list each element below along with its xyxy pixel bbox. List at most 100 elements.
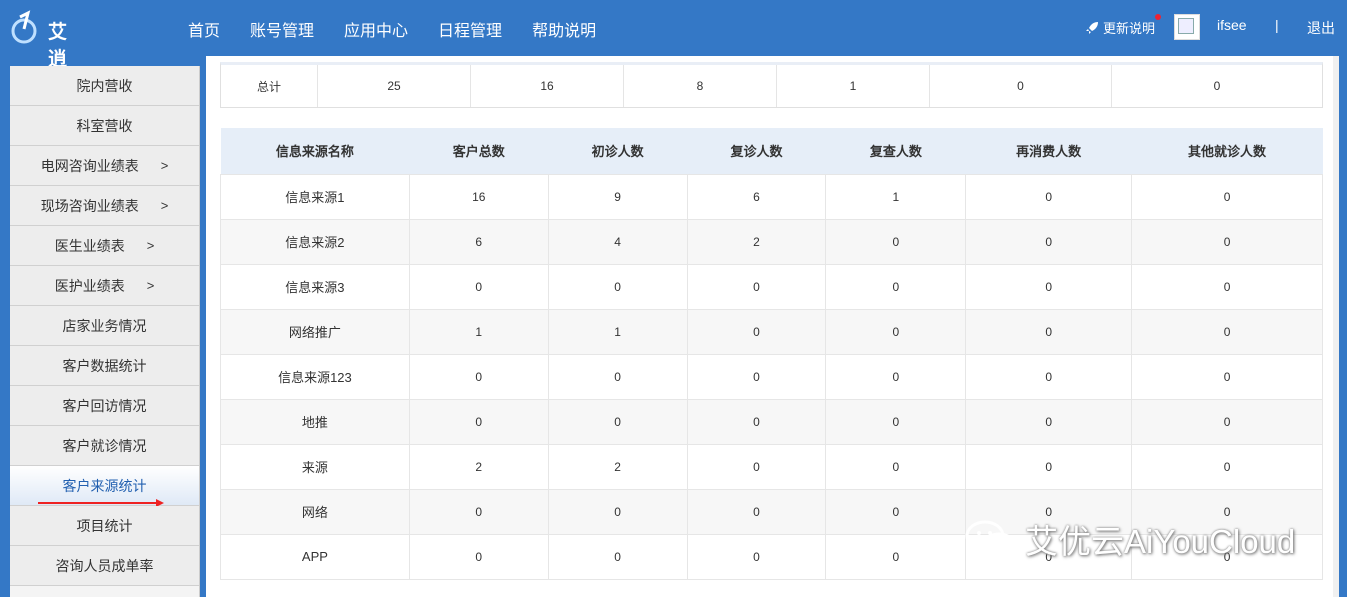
table-cell: 0 bbox=[825, 263, 967, 310]
table-cell: 地推 bbox=[220, 398, 410, 445]
table-cell: 16 bbox=[408, 173, 549, 220]
table-cell: 2 bbox=[686, 218, 827, 265]
logo-icon bbox=[11, 10, 37, 44]
update-notes-label: 更新说明 bbox=[1103, 21, 1156, 36]
sidebar-item-customer-followup[interactable]: 客户回访情况 bbox=[10, 386, 199, 426]
sidebar-item-customer-source[interactable]: 客户来源统计 bbox=[10, 466, 199, 507]
table-cell: 0 bbox=[825, 353, 967, 400]
sidebar-item-department-revenue[interactable]: 科室营收 bbox=[10, 106, 199, 146]
table-cell: 1 bbox=[547, 308, 688, 355]
logout-button[interactable]: 退出 bbox=[1307, 18, 1335, 38]
table-cell: 信息来源123 bbox=[220, 353, 410, 400]
totals-row: 总计 25 16 8 1 0 0 bbox=[220, 62, 1323, 108]
sidebar-item-onsite-consult[interactable]: 现场咨询业绩表 > bbox=[10, 186, 199, 226]
table-cell: 0 bbox=[965, 308, 1133, 355]
sidebar: 院内营收 科室营收 电网咨询业绩表 > 现场咨询业绩表 > 医生业绩表 > 医护业绩表… bbox=[10, 66, 200, 597]
avatar[interactable] bbox=[1174, 14, 1200, 40]
table-row: 信息来源3 0 0 0 0 0 0 bbox=[220, 263, 1323, 310]
table-cell: 来源 bbox=[220, 443, 410, 490]
sidebar-item-label: 院内营收 bbox=[76, 77, 133, 94]
totals-cell: 0 bbox=[1213, 79, 1221, 93]
watermark-text: 艾优云AiYouCloud bbox=[1025, 523, 1296, 560]
totals-cell: 25 bbox=[318, 65, 471, 107]
column-header: 其他就诊人数 bbox=[1131, 128, 1323, 174]
chevron-right-icon: > bbox=[146, 278, 155, 293]
table-cell: 2 bbox=[547, 443, 688, 490]
sidebar-item-customer-data[interactable]: 客户数据统计 bbox=[10, 346, 199, 386]
sidebar-item-label: 店家业务情况 bbox=[62, 317, 147, 334]
table-cell: 0 bbox=[547, 353, 688, 400]
column-header: 初诊人数 bbox=[548, 128, 688, 174]
table-cell: 0 bbox=[547, 533, 688, 580]
table-cell: 0 bbox=[686, 533, 827, 580]
sidebar-item-customer-visits[interactable]: 客户就诊情况 bbox=[10, 426, 199, 466]
sidebar-item-label: 电网咨询业绩表 bbox=[40, 157, 139, 174]
table-cell: 6 bbox=[686, 173, 827, 220]
table-cell: 0 bbox=[686, 398, 827, 445]
table-cell: 0 bbox=[1131, 443, 1323, 490]
sidebar-item-label: 客户数据统计 bbox=[62, 357, 147, 374]
table-cell: 0 bbox=[408, 353, 549, 400]
sidebar-item-label: 客户回访情况 bbox=[62, 397, 147, 414]
nav-account[interactable]: 账号管理 bbox=[250, 17, 314, 41]
table-cell: 0 bbox=[686, 488, 827, 535]
column-header: 复查人数 bbox=[825, 128, 966, 174]
sidebar-item-label: 咨询人员成单率 bbox=[55, 557, 154, 574]
table-cell: 0 bbox=[1131, 218, 1323, 265]
username[interactable]: ifsee bbox=[1217, 17, 1247, 33]
nav-home[interactable]: 首页 bbox=[188, 17, 220, 41]
table-cell: 0 bbox=[686, 308, 827, 355]
table-cell: 信息来源1 bbox=[220, 173, 410, 220]
table-row: 信息来源123 0 0 0 0 0 0 bbox=[220, 353, 1323, 400]
totals-cell: 1 bbox=[777, 65, 930, 107]
sidebar-item-label: 客户来源统计 bbox=[62, 477, 147, 494]
table-cell: 0 bbox=[1131, 353, 1323, 400]
chevron-right-icon: > bbox=[160, 158, 169, 173]
table-cell: 网络 bbox=[220, 488, 410, 535]
update-notes-link[interactable]: 更新说明 bbox=[1085, 14, 1162, 37]
table-cell: 0 bbox=[408, 398, 549, 445]
nav-help[interactable]: 帮助说明 bbox=[532, 17, 596, 41]
nav-schedule[interactable]: 日程管理 bbox=[438, 17, 502, 41]
app-logo[interactable]: 艾逍 bbox=[10, 9, 85, 70]
sidebar-item-label: 科室营收 bbox=[76, 117, 133, 134]
sidebar-item-label: 客户就诊情况 bbox=[62, 437, 147, 454]
chevron-right-icon: > bbox=[160, 198, 169, 213]
logo-text: 艾逍 bbox=[48, 22, 68, 70]
table-cell: 0 bbox=[825, 533, 967, 580]
table-cell: 0 bbox=[547, 488, 688, 535]
table-cell: 0 bbox=[408, 533, 549, 580]
table-row: 来源 2 2 0 0 0 0 bbox=[220, 443, 1323, 490]
nav-apps[interactable]: 应用中心 bbox=[344, 17, 408, 41]
sidebar-item-project-stats[interactable]: 项目统计 bbox=[10, 506, 199, 546]
column-header: 复诊人数 bbox=[687, 128, 826, 174]
column-header: 客户总数 bbox=[409, 128, 549, 174]
totals-cell: 8 bbox=[624, 65, 777, 107]
table-cell: 0 bbox=[825, 308, 967, 355]
sidebar-item-nurse-performance[interactable]: 医护业绩表 > bbox=[10, 266, 199, 306]
sidebar-item-label: 医生业绩表 bbox=[54, 237, 125, 254]
sidebar-item-store-business[interactable]: 店家业务情况 bbox=[10, 306, 199, 346]
table-cell: 0 bbox=[825, 218, 967, 265]
table-cell: 0 bbox=[825, 488, 967, 535]
watermark: 艾优云AiYouCloud bbox=[963, 517, 1295, 561]
sidebar-item-consultant-rate[interactable]: 咨询人员成单率 bbox=[10, 546, 199, 586]
table-cell: 0 bbox=[965, 398, 1133, 445]
main-nav: 首页 账号管理 应用中心 日程管理 帮助说明 bbox=[188, 17, 626, 41]
table-row: 地推 0 0 0 0 0 0 bbox=[220, 398, 1323, 445]
sidebar-item-doctor-performance[interactable]: 医生业绩表 > bbox=[10, 226, 199, 266]
table-cell: 1 bbox=[408, 308, 549, 355]
table-cell: 0 bbox=[408, 488, 549, 535]
table-cell: 0 bbox=[686, 353, 827, 400]
sidebar-item-online-consult[interactable]: 电网咨询业绩表 > bbox=[10, 146, 199, 186]
table-cell: 0 bbox=[686, 443, 827, 490]
table-cell: 0 bbox=[686, 263, 827, 310]
header-separator: | bbox=[1275, 17, 1279, 33]
vertical-scrollbar[interactable] bbox=[1333, 56, 1339, 597]
column-header: 再消费人数 bbox=[965, 128, 1132, 174]
table-row: 信息来源2 6 4 2 0 0 0 bbox=[220, 218, 1323, 265]
sidebar-item-hospital-revenue[interactable]: 院内营收 bbox=[10, 66, 199, 106]
table-cell: 信息来源2 bbox=[220, 218, 410, 265]
column-header: 信息来源名称 bbox=[220, 128, 410, 174]
table-row: 信息来源1 16 9 6 1 0 0 bbox=[220, 173, 1323, 220]
